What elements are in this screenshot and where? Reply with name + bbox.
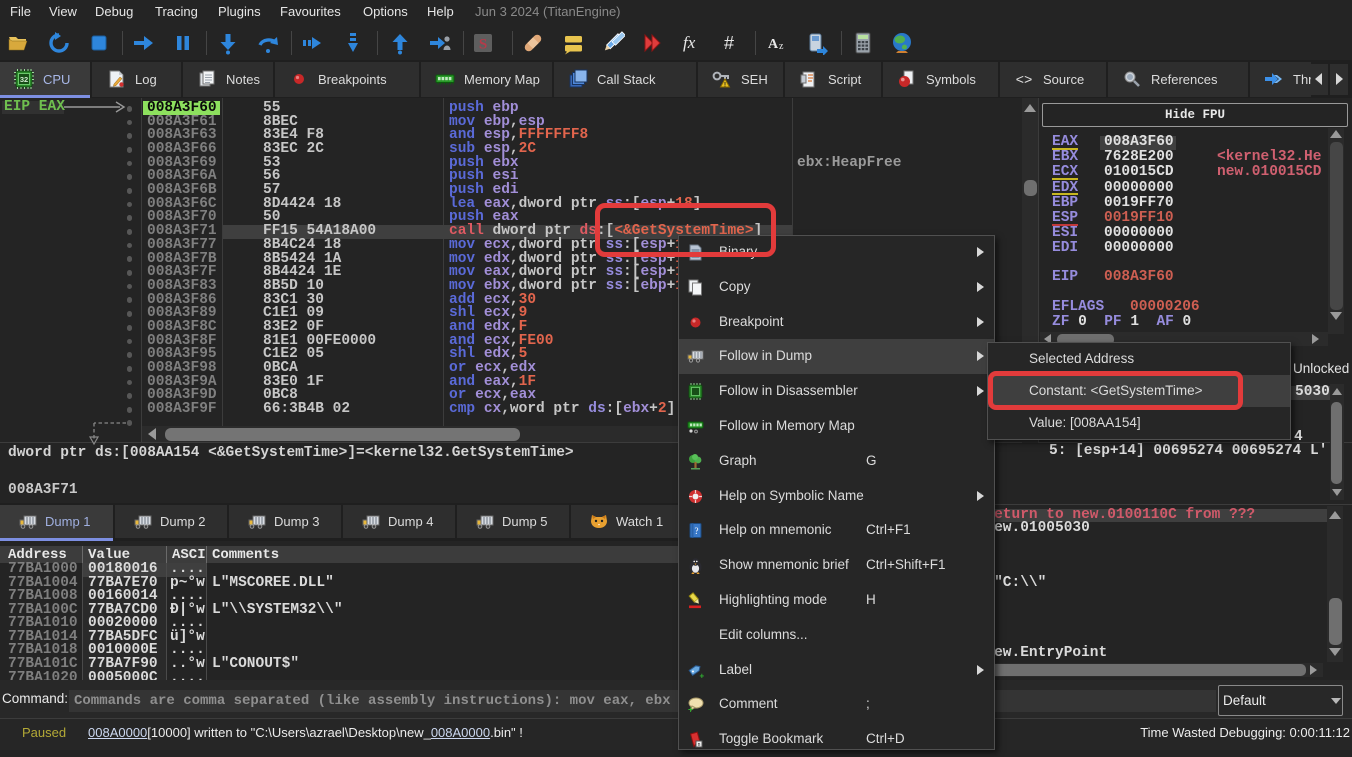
svg-text:S: S [479,37,487,53]
svg-text:#: # [724,33,734,53]
svg-text:+: + [700,671,705,679]
svg-text:z: z [779,41,784,52]
svg-text:<>: <> [1016,73,1033,89]
svg-text:A: A [768,37,779,52]
svg-text:!: ! [724,81,726,88]
svg-text:+: + [688,705,693,714]
svg-text:n: n [698,742,701,748]
svg-text:fx: fx [683,33,696,52]
svg-text:?: ? [695,526,699,536]
svg-text:32: 32 [20,75,28,84]
